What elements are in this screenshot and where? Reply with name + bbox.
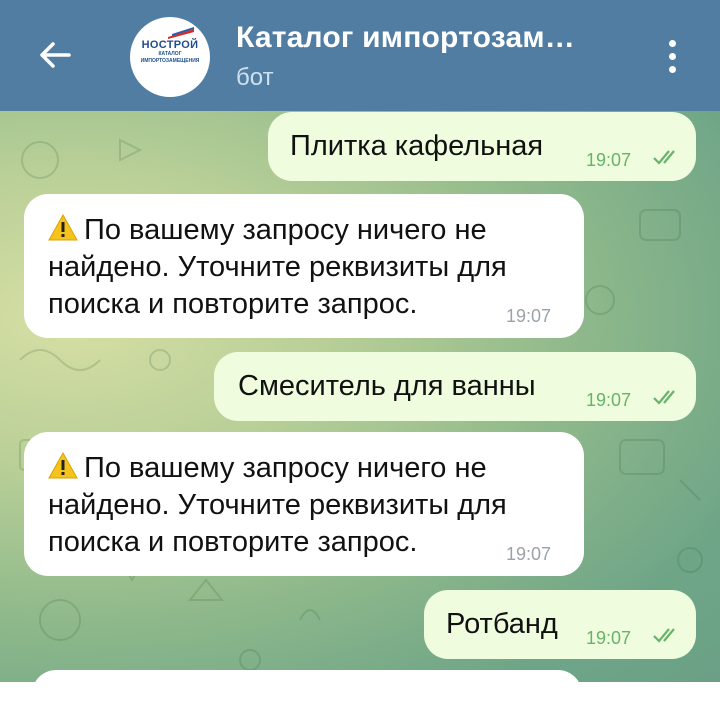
- double-check-icon: [653, 628, 675, 643]
- chat-header: НОСТРОЙ КАТАЛОГ ИМПОРТОЗАМЕЩЕНИЯ Каталог…: [0, 0, 720, 111]
- message-text: По вашему запросу ничего не найдено. Уто…: [48, 450, 507, 561]
- back-button[interactable]: [22, 22, 88, 88]
- message-line: поиска и повторите запрос.: [48, 526, 418, 558]
- chat-subtitle: бот: [236, 64, 274, 91]
- logo-sub-text: КАТАЛОГ: [158, 51, 182, 57]
- more-menu-button[interactable]: [652, 30, 692, 82]
- message-text: По вашему запросу ничего не найдено. Уто…: [48, 212, 507, 323]
- outgoing-message[interactable]: Плитка кафельная 19:07: [268, 112, 696, 181]
- bottom-bar: [0, 682, 720, 706]
- message-line: найдено. Уточните реквизиты для: [48, 489, 507, 521]
- message-time: 19:07: [586, 628, 632, 648]
- incoming-message[interactable]: По вашему запросу ничего не найдено. Уто…: [24, 194, 584, 338]
- chat-title[interactable]: Каталог импортозам…: [236, 21, 575, 55]
- dot-icon: [668, 39, 676, 47]
- message-time: 19:07: [506, 306, 552, 326]
- message-line: найдено. Уточните реквизиты для: [48, 251, 507, 283]
- message-line: По вашему запросу ничего не: [84, 452, 487, 484]
- outgoing-message[interactable]: Смеситель для ванны 19:07: [214, 352, 696, 421]
- warning-icon: [48, 452, 78, 479]
- dot-icon: [668, 52, 676, 60]
- message-line: поиска и повторите запрос.: [48, 288, 418, 320]
- incoming-message[interactable]: По вашему запросу ничего не найдено. Уто…: [24, 432, 584, 576]
- double-check-icon: [653, 390, 675, 405]
- logo-main-text: НОСТРОЙ: [141, 39, 199, 51]
- message-time: 19:07: [586, 390, 632, 410]
- message-text: Плитка кафельная: [290, 130, 544, 162]
- avatar-logo-text: НОСТРОЙ КАТАЛОГ ИМПОРТОЗАМЕЩЕНИЯ: [130, 39, 210, 65]
- dot-icon: [668, 65, 676, 73]
- double-check-icon: [653, 150, 675, 165]
- logo-flag-icon: [168, 27, 194, 39]
- message-text: Ротбанд: [446, 608, 558, 640]
- arrow-left-icon: [40, 42, 71, 68]
- message-text: Смеситель для ванны: [238, 370, 536, 402]
- logo-sub-text-2: ИМПОРТОЗАМЕЩЕНИЯ: [140, 58, 200, 64]
- message-line: По вашему запросу ничего не: [84, 214, 487, 246]
- avatar[interactable]: НОСТРОЙ КАТАЛОГ ИМПОРТОЗАМЕЩЕНИЯ: [130, 17, 210, 97]
- warning-icon: [48, 214, 78, 241]
- message-time: 19:07: [586, 150, 632, 170]
- message-time: 19:07: [506, 544, 552, 564]
- outgoing-message[interactable]: Ротбанд 19:07: [424, 590, 696, 659]
